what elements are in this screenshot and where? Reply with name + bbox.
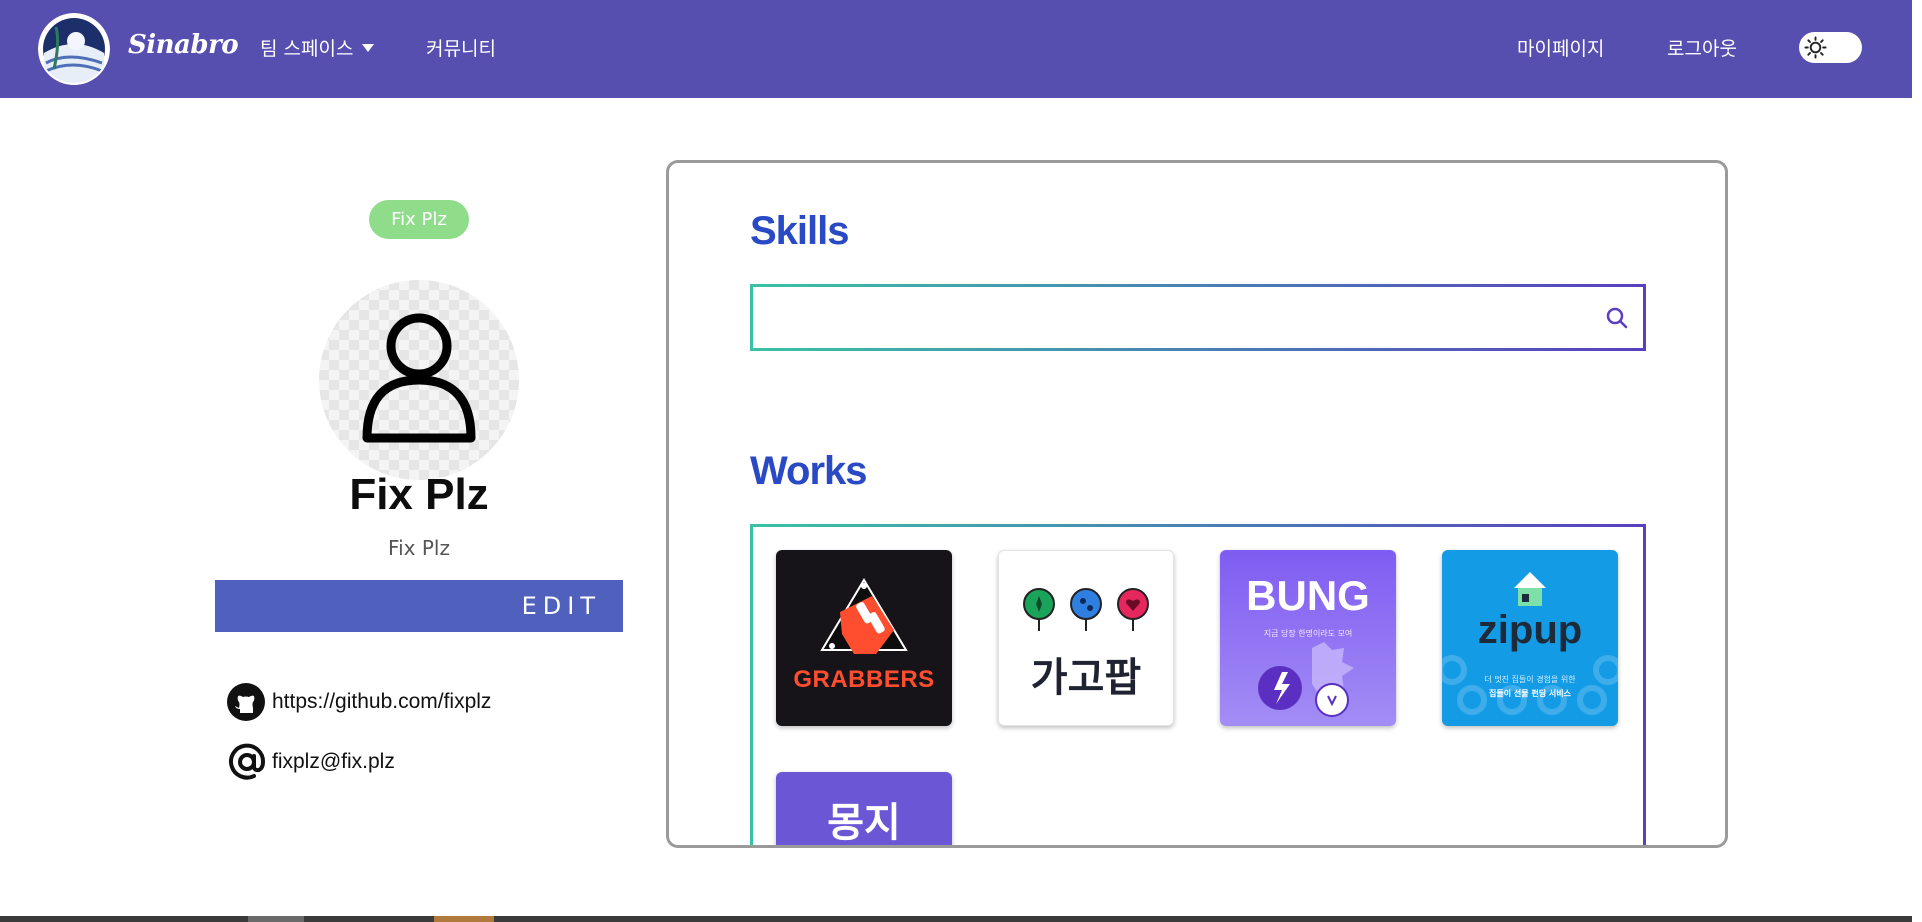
skills-title: Skills (750, 209, 850, 253)
grabbers-hand-logo (820, 578, 908, 654)
email-address[interactable]: fixplz@fix.plz (272, 750, 395, 774)
taskbar-item[interactable] (248, 916, 304, 922)
theme-toggle[interactable] (1799, 32, 1862, 63)
avatar[interactable] (319, 280, 519, 480)
work-title: 가고팝 (1030, 655, 1142, 701)
works-title: Works (750, 449, 868, 493)
work-title: 몽지 (827, 800, 901, 846)
work-item-grabbers[interactable]: GRABBERS (776, 550, 952, 726)
top-navbar: Sinabro 팀 스페이스 커뮤니티 마이페이지 로그아웃 (0, 0, 1922, 98)
work-item-mongji[interactable]: 몽지 (776, 772, 952, 846)
bung-characters (1258, 642, 1354, 717)
skills-search-box (750, 284, 1646, 351)
edit-profile-button[interactable]: EDIT (215, 580, 623, 632)
work-title: GRABBERS (793, 666, 935, 693)
search-icon[interactable] (1605, 306, 1629, 330)
profile-subtitle: Fix Plz (388, 536, 450, 560)
caret-down-icon (362, 43, 375, 52)
github-link[interactable]: https://github.com/fixplz (226, 682, 491, 722)
work-item-bung[interactable]: BUNG 지금 당장 한명이라도 모여 (1220, 550, 1396, 726)
work-item-gagopan[interactable]: 가고팝 (998, 550, 1174, 726)
taskbar-item[interactable] (434, 916, 494, 922)
user-icon (362, 313, 476, 443)
github-icon (227, 683, 265, 721)
work-tagline: 집들이 선물 펀딩 서비스 (1489, 689, 1571, 698)
work-title: zipup (1477, 608, 1583, 652)
email-link[interactable]: fixplz@fix.plz (226, 742, 395, 782)
skills-search-input[interactable] (753, 287, 1643, 348)
profile-name: Fix Plz (349, 470, 489, 519)
work-tagline: 더 멋진 집들이 경험을 위한 (1484, 675, 1576, 684)
at-sign-icon (229, 743, 266, 780)
taskbar-strip (0, 916, 1922, 922)
window-edge (1912, 0, 1922, 922)
brand-name[interactable]: Sinabro (128, 30, 239, 60)
team-badge: Fix Plz (369, 200, 469, 239)
nav-logout[interactable]: 로그아웃 (1667, 34, 1737, 61)
github-url[interactable]: https://github.com/fixplz (272, 690, 491, 714)
nav-mypage[interactable]: 마이페이지 (1517, 34, 1604, 61)
nav-team-space[interactable]: 팀 스페이스 (260, 34, 375, 61)
nav-team-space-label: 팀 스페이스 (260, 38, 354, 60)
profile-detail-card: Skills Works GRABBERS 가고팝 BUNG 지금 당장 한명이… (666, 160, 1728, 848)
sinabro-logo[interactable] (38, 13, 110, 85)
works-list: GRABBERS 가고팝 BUNG 지금 당장 한명이라도 모여 zipup 더… (750, 524, 1646, 846)
nav-community[interactable]: 커뮤니티 (426, 34, 496, 61)
sun-icon (1804, 36, 1827, 59)
work-item-zipup[interactable]: zipup 더 멋진 집들이 경험을 위한 집들이 선물 펀딩 서비스 (1442, 550, 1618, 726)
